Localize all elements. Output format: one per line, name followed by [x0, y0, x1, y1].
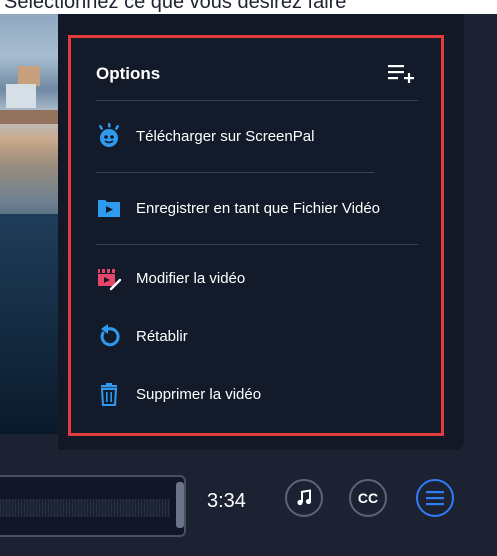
screenpal-upload-icon	[96, 123, 122, 149]
menu-divider	[96, 244, 418, 245]
menu-item-label: Modifier la vidéo	[136, 269, 246, 287]
music-button[interactable]	[285, 479, 323, 517]
menu-item-save-video-file[interactable]: Enregistrer en tant que Fichier Vidéo	[96, 192, 426, 224]
menu-item-restore[interactable]: Rétablir	[96, 320, 426, 352]
captions-button[interactable]: CC	[349, 479, 387, 517]
restore-icon	[96, 323, 122, 349]
timeline-track[interactable]	[0, 475, 186, 537]
menu-divider	[96, 172, 374, 173]
trash-icon	[96, 381, 122, 407]
menu-header: Options	[96, 60, 418, 102]
menu-toggle-button[interactable]	[416, 479, 454, 517]
menu-item-upload-screenpal[interactable]: Télécharger sur ScreenPal	[96, 120, 426, 152]
menu-item-label: Enregistrer en tant que Fichier Vidéo	[136, 199, 381, 217]
menu-item-delete-video[interactable]: Supprimer la vidéo	[96, 378, 426, 410]
instruction-text: Sélectionnez ce que vous désirez faire	[4, 0, 347, 13]
video-duration: 3:34	[207, 490, 246, 512]
hamburger-menu-icon	[426, 491, 444, 506]
video-file-icon	[96, 195, 122, 221]
video-thumbnail	[0, 14, 60, 434]
menu-title: Options	[96, 64, 161, 83]
screenshot-root: Sélectionnez ce que vous désirez faire O…	[0, 0, 497, 556]
timeline-end-handle[interactable]	[176, 482, 184, 528]
header-divider	[96, 100, 418, 101]
menu-item-label: Supprimer la vidéo	[136, 385, 262, 403]
audio-waveform	[0, 499, 170, 517]
playlist-add-icon[interactable]	[388, 62, 416, 86]
menu-item-edit-video[interactable]: Modifier la vidéo	[96, 262, 426, 294]
captions-label: CC	[357, 490, 379, 506]
music-note-icon	[297, 489, 312, 506]
menu-item-label: Télécharger sur ScreenPal	[136, 127, 315, 145]
menu-item-label: Rétablir	[136, 327, 188, 345]
edit-video-icon	[96, 265, 122, 291]
